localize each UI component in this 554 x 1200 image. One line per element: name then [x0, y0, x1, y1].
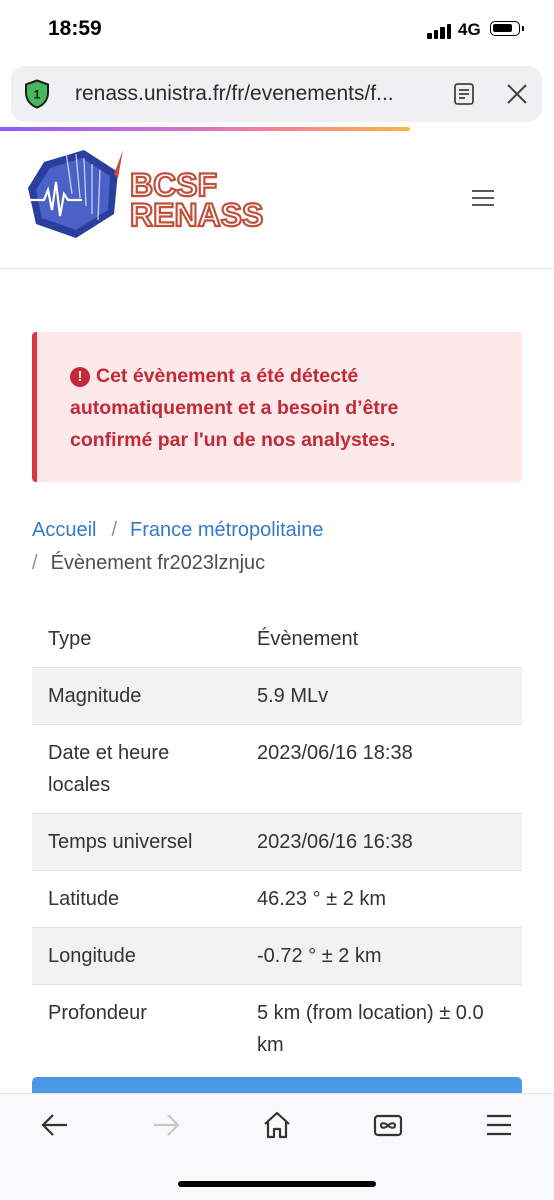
page-load-progress	[0, 127, 410, 131]
network-type: 4G	[458, 20, 481, 39]
url-bar[interactable]: 1 renass.unistra.fr/fr/evenements/f...	[11, 66, 542, 122]
event-info-table: Type Évènement Magnitude 5.9 MLv Date et h…	[32, 611, 522, 1073]
row-value: 5.9 MLv	[241, 667, 522, 725]
breadcrumb-home-link[interactable]: Accueil	[32, 519, 96, 541]
status-bar: 18:59 4G	[0, 0, 554, 60]
hamburger-menu-button[interactable]	[470, 188, 498, 210]
table-row-depth: Profondeur 5 km (from location) ± 0.0 km	[32, 985, 522, 1074]
battery-icon	[490, 21, 520, 36]
table-row-magnitude: Magnitude 5.9 MLv	[32, 667, 522, 725]
table-row-type: Type Évènement	[32, 611, 522, 668]
row-label: Date et heure locales	[32, 724, 241, 814]
alert-message: Cet évènement a été détecté automatiquem…	[70, 365, 399, 451]
warning-alert: ! Cet évènement a été détecté automatique…	[32, 332, 522, 482]
row-label: Temps universel	[32, 813, 241, 871]
row-value: 5 km (from location) ± 0.0 km	[257, 1002, 484, 1056]
site-header: BCSF RENASS	[0, 132, 554, 269]
status-time: 18:59	[48, 17, 102, 40]
breadcrumb-region-link[interactable]: France métropolitaine	[130, 519, 323, 541]
row-value: -0.72 ° ± 2 km	[241, 927, 522, 985]
browser-toolbar	[0, 1093, 554, 1200]
menu-icon[interactable]	[483, 1109, 515, 1141]
table-row-local-time: Date et heure locales 2023/06/16 18:38	[32, 724, 522, 814]
back-arrow-icon[interactable]	[39, 1109, 71, 1141]
row-label: Type	[32, 611, 241, 668]
row-label: Profondeur	[48, 1002, 147, 1024]
row-value: Évènement	[241, 611, 522, 668]
row-label: Longitude	[32, 927, 241, 985]
close-icon[interactable]	[505, 82, 529, 106]
breadcrumb-current: Évènement fr2023lznjuc	[50, 552, 266, 574]
breadcrumb-separator: /	[111, 519, 118, 541]
logo-renass-text: RENASS	[130, 197, 263, 233]
signal-icon	[427, 23, 453, 39]
row-label: Magnitude	[32, 667, 241, 725]
site-logo[interactable]: BCSF RENASS	[22, 144, 302, 244]
row-value: 46.23 ° ± 2 km	[241, 870, 522, 928]
home-indicator	[178, 1181, 376, 1187]
breadcrumb-separator: /	[32, 552, 38, 574]
row-value: 2023/06/16 18:38	[241, 724, 522, 814]
table-row-longitude: Longitude -0.72 ° ± 2 km	[32, 927, 522, 985]
table-row-latitude: Latitude 46.23 ° ± 2 km	[32, 870, 522, 928]
row-label: Latitude	[32, 870, 241, 928]
tab-count: 1	[34, 88, 41, 102]
forward-arrow-icon[interactable]	[150, 1109, 182, 1141]
tabs-icon[interactable]	[372, 1109, 404, 1141]
url-text[interactable]: renass.unistra.fr/fr/evenements/f...	[75, 82, 425, 106]
battery-cap	[522, 26, 524, 31]
table-row-utc: Temps universel 2023/06/16 16:38	[32, 813, 522, 871]
breadcrumb: Accueil / France métropolitaine / Évènement …	[32, 514, 512, 580]
home-icon[interactable]	[261, 1109, 293, 1141]
reader-mode-icon[interactable]	[452, 82, 476, 106]
exclamation-circle-icon: !	[70, 367, 90, 387]
row-value: 2023/06/16 16:38	[241, 813, 522, 871]
shield-icon[interactable]: 1	[24, 79, 50, 109]
